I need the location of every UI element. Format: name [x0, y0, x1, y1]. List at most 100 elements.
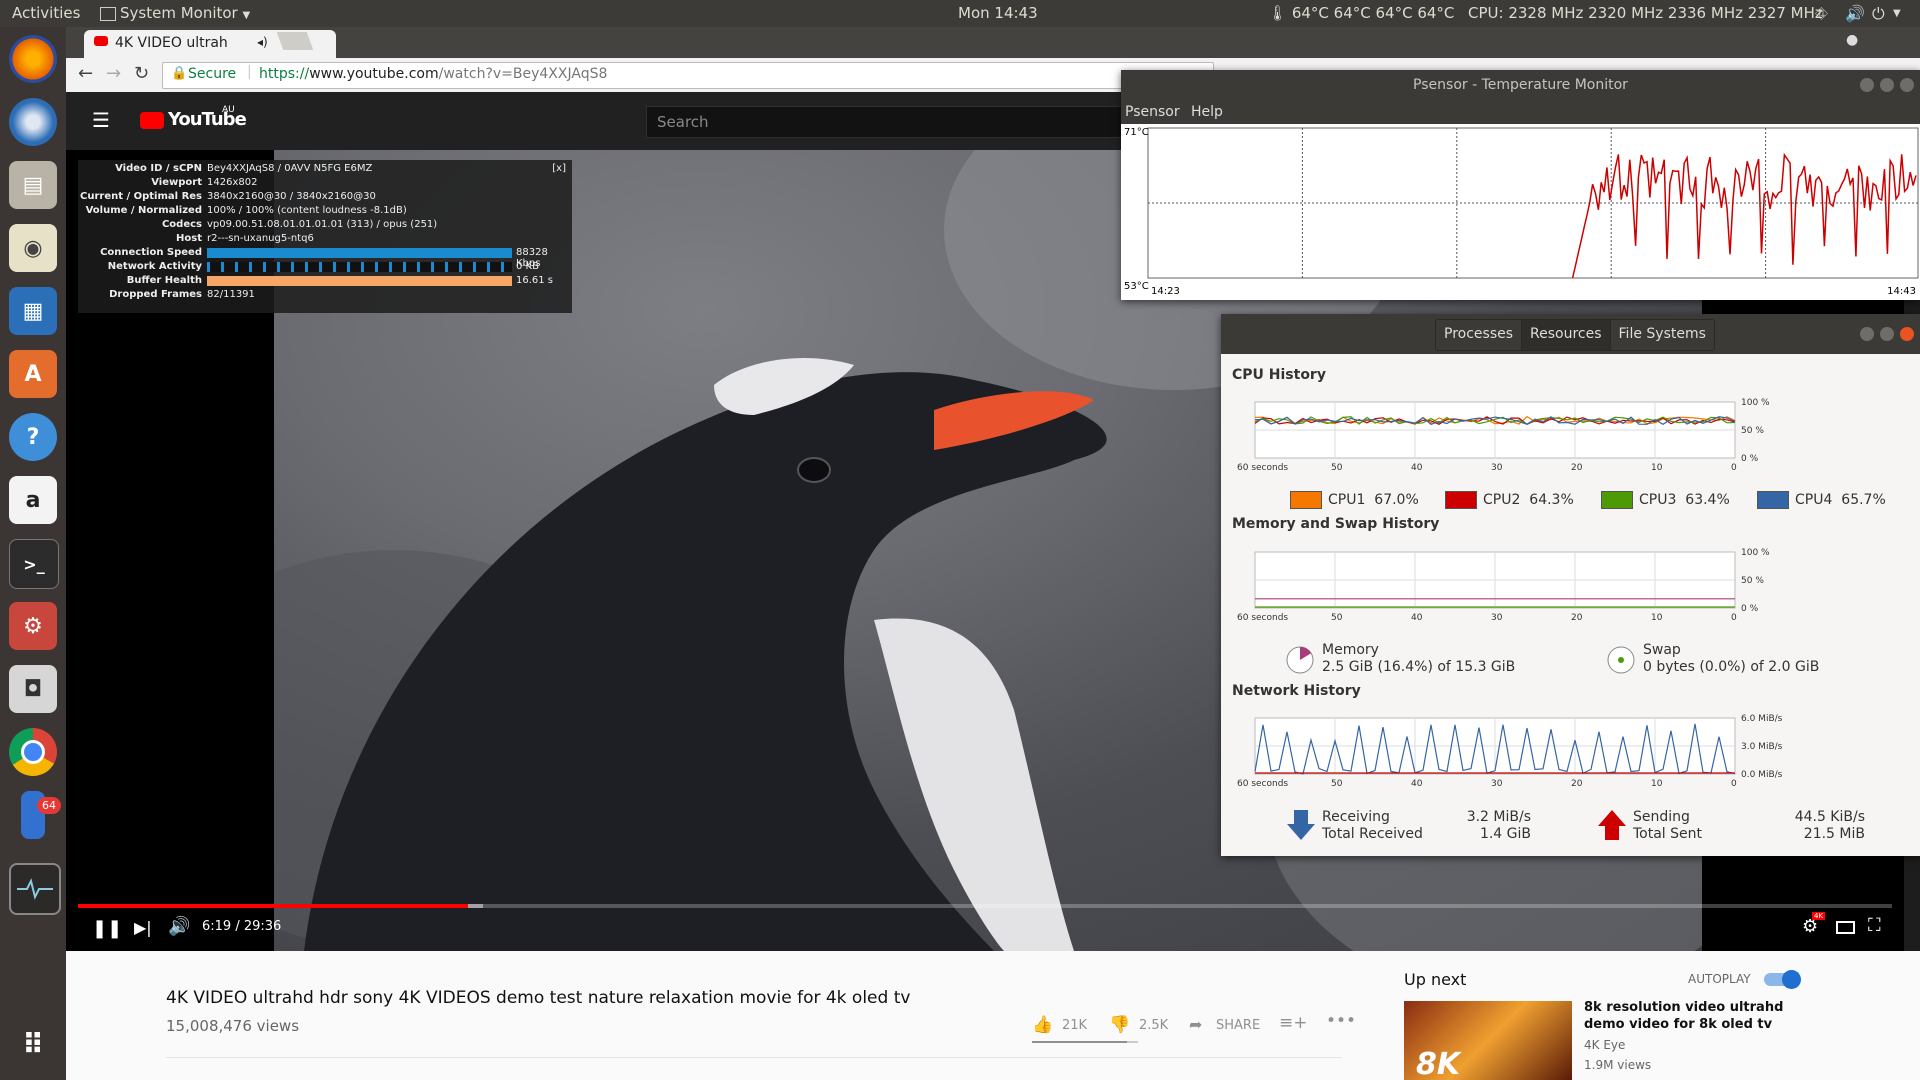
share-icon[interactable]: ➦ [1189, 1015, 1202, 1034]
x-tick-label: 40 [1411, 779, 1423, 789]
next-video-channel[interactable]: 4K Eye [1584, 1038, 1625, 1052]
reload-icon[interactable]: ↻ [134, 63, 149, 84]
autoplay-toggle[interactable] [1764, 970, 1801, 989]
network-history-heading: Network History [1232, 683, 1361, 699]
x-tick-label: 40 [1411, 463, 1423, 473]
rhythmbox-icon[interactable]: ◉ [9, 224, 57, 272]
volume-icon[interactable]: 🔊 [1845, 4, 1865, 23]
app-menu[interactable]: System Monitor ▼ [100, 4, 250, 22]
new-tab-button[interactable] [276, 32, 314, 50]
seek-played [78, 904, 468, 908]
share-label[interactable]: SHARE [1216, 1018, 1260, 1033]
audio-playing-icon[interactable]: ◂) [257, 35, 268, 49]
volume-icon[interactable]: 🔊 [168, 916, 190, 937]
next-video-thumbnail[interactable]: 8K [1404, 1001, 1572, 1080]
stats-row: Viewport 1426x802 [78, 177, 572, 190]
network-history-graph: 6.0 MiB/s 3.0 MiB/s 0.0 MiB/s 60 seconds 50 4… [1237, 714, 1783, 789]
menu-help[interactable]: Help [1191, 104, 1223, 120]
minimize-button[interactable] [1860, 327, 1874, 341]
seek-bar[interactable] [78, 904, 1892, 908]
maximize-button[interactable] [1880, 78, 1894, 92]
terminal-icon[interactable]: >_ [9, 539, 59, 589]
cpu1-swatch[interactable] [1290, 491, 1322, 509]
stats-label: Volume / Normalized [85, 205, 202, 216]
profile-icon[interactable]: ● [1846, 32, 1858, 48]
files-icon[interactable]: ▤ [9, 161, 57, 209]
dislike-icon[interactable]: 👎 [1109, 1015, 1130, 1035]
address-bar[interactable]: 🔒 Secure | https://www.youtube.com/watch… [162, 62, 1214, 89]
chrome-icon[interactable] [9, 728, 57, 776]
more-actions-icon[interactable]: ••• [1326, 1011, 1356, 1031]
search-input[interactable]: Search [646, 106, 1196, 138]
back-icon[interactable]: ← [78, 63, 93, 84]
notification-badge: 64 [37, 797, 61, 814]
amazon-icon[interactable]: a [9, 476, 57, 524]
system-monitor-titlebar[interactable]: Processes Resources File Systems [1221, 314, 1920, 354]
software-center-icon[interactable]: A [9, 350, 57, 398]
cpu-history-heading: CPU History [1232, 367, 1326, 383]
search-placeholder: Search [657, 113, 709, 131]
fullscreen-icon[interactable]: ⛶ [1868, 915, 1881, 936]
minimize-button[interactable] [1860, 78, 1874, 92]
cpu-frequency-indicator[interactable]: CPU: 2328 MHz 2320 MHz 2336 MHz 2327 MHz [1468, 4, 1823, 22]
next-icon[interactable]: ▶| [134, 918, 152, 937]
like-icon[interactable]: 👍 [1032, 1015, 1053, 1035]
maximize-button[interactable] [1880, 327, 1894, 341]
tab-file-systems[interactable]: File Systems [1610, 320, 1714, 350]
cpu-value: 67.0% [1374, 492, 1419, 508]
cpu2-swatch[interactable] [1445, 491, 1477, 509]
receiving-label: Receiving [1322, 809, 1390, 825]
forward-icon[interactable]: → [106, 63, 121, 84]
cpu3-swatch[interactable] [1601, 491, 1633, 509]
temperature-indicator[interactable]: 🌡 64°C 64°C 64°C 64°C [1268, 4, 1454, 22]
memory-label: Memory [1322, 642, 1379, 658]
cpu-name: CPU2 [1483, 492, 1521, 508]
next-video-title[interactable]: 8k resolution video ultrahd demo video f… [1584, 999, 1784, 1033]
firefox-icon[interactable] [9, 35, 57, 83]
close-button[interactable] [1900, 327, 1914, 341]
secure-label: Secure [188, 66, 237, 82]
dislike-count: 2.5K [1139, 1018, 1169, 1033]
memory-pie-icon[interactable] [1285, 645, 1315, 675]
x-tick-label: 30 [1491, 463, 1503, 473]
download-arrow-icon [1287, 810, 1315, 840]
libreoffice-writer-icon[interactable]: ▦ [9, 287, 57, 335]
stats-label: Dropped Frames [109, 289, 202, 300]
theater-mode-icon[interactable] [1836, 921, 1855, 934]
power-icon[interactable]: ⏻ [1872, 4, 1885, 24]
network-icon[interactable]: ⛗ [1815, 4, 1828, 24]
network-activity-bar [207, 262, 512, 272]
buffer-health-bar [207, 276, 512, 286]
stats-row: Codecs vp09.00.51.08.01.01.01.01 (313) / … [78, 219, 572, 232]
screenshot-icon[interactable]: ◘ [9, 665, 57, 713]
stats-label: Viewport [151, 177, 202, 188]
lock-icon: 🔒 [171, 66, 188, 81]
close-button[interactable] [1900, 78, 1914, 92]
y-tick-label: 50 % [1741, 576, 1764, 586]
tab-resources[interactable]: Resources [1522, 320, 1611, 350]
system-settings-icon[interactable]: ⚙ [9, 602, 57, 650]
tab-processes[interactable]: Processes [1436, 320, 1523, 350]
show-apps-icon[interactable]: ⠿ [9, 1020, 57, 1068]
activities-button[interactable]: Activities [12, 4, 80, 22]
pause-icon[interactable]: ❚❚ [92, 918, 122, 939]
system-monitor-icon[interactable] [9, 863, 61, 915]
stats-row: Host r2---sn-uxanug5-ntq6 [78, 233, 572, 246]
add-to-playlist-icon[interactable]: ≡+ [1279, 1013, 1308, 1033]
x-tick-label: 60 seconds [1237, 779, 1288, 789]
temperature-graph: 71°C 53°C 14:23 14:43 [1121, 124, 1920, 300]
clock[interactable]: Mon 14:43 [958, 4, 1038, 22]
psensor-titlebar[interactable]: Psensor - Temperature Monitor [1121, 70, 1920, 100]
youtube-logo-icon[interactable] [140, 112, 164, 129]
help-icon[interactable]: ? [9, 413, 57, 461]
tab-title: 4K VIDEO ultrah [115, 35, 228, 51]
cpu4-swatch[interactable] [1757, 491, 1789, 509]
menu-psensor[interactable]: Psensor [1125, 104, 1180, 120]
hamburger-menu-icon[interactable]: ☰ [92, 108, 110, 132]
x-tick-label: 60 seconds [1237, 463, 1288, 473]
swap-pie-icon[interactable] [1606, 645, 1636, 675]
total-sent-value: 21.5 MiB [1803, 826, 1865, 842]
power-menu-caret-icon[interactable]: ▼ [1893, 8, 1901, 19]
cpu2-legend: CPU2 64.3% [1483, 492, 1574, 508]
thunderbird-icon[interactable] [9, 98, 57, 146]
